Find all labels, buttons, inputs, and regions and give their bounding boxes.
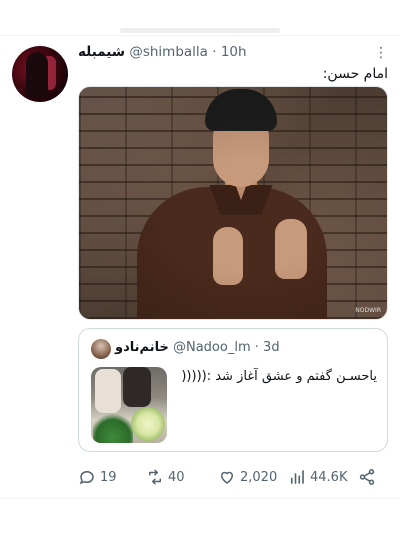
share-icon — [359, 469, 375, 485]
thumb-figure-dark — [123, 367, 151, 407]
reply-count: 19 — [100, 469, 117, 485]
quoted-avatar[interactable] — [91, 339, 111, 359]
quoted-tweet[interactable]: خانم‌نادو @Nadoo_lm · 3d یاحسـن گفتم و ع… — [78, 328, 388, 452]
like-count: 2,020 — [240, 469, 278, 485]
divider — [0, 498, 400, 499]
views-count: 44.6K — [310, 469, 348, 485]
tweet-photo[interactable]: NODWIR — [78, 86, 388, 320]
quoted-separator-dot: · — [254, 340, 259, 355]
views-button[interactable]: 44.6K — [288, 466, 347, 488]
quoted-header: خانم‌نادو @Nadoo_lm · 3d — [115, 340, 375, 355]
top-strip — [0, 0, 400, 34]
share-button[interactable] — [358, 466, 376, 488]
avatar-figure — [26, 52, 48, 98]
display-name[interactable]: شیمبله — [78, 44, 125, 60]
quoted-text: یاحسـن گفتم و عشق آغاز شد :((((( — [181, 369, 377, 384]
quoted-display-name[interactable]: خانم‌نادو — [115, 340, 169, 355]
retweet-count: 40 — [168, 469, 185, 485]
thumb-plant — [93, 413, 133, 443]
retweet-button[interactable]: 40 — [146, 466, 185, 488]
like-button[interactable]: 2,020 — [218, 466, 277, 488]
more-icon[interactable]: ⋮ — [374, 44, 388, 62]
photo-vignette — [79, 87, 387, 319]
quoted-handle[interactable]: @Nadoo_lm — [173, 340, 251, 355]
previous-tweet-edge — [120, 28, 280, 33]
quoted-thumbnail[interactable] — [91, 367, 167, 443]
thumb-figure-white — [95, 369, 121, 413]
tweet-header: شیمبله @shimballa · 10h — [78, 44, 368, 64]
avatar[interactable] — [12, 46, 68, 102]
divider — [0, 35, 400, 36]
separator-dot: · — [212, 44, 217, 60]
heart-icon — [220, 471, 234, 484]
tweet-text: امام حسن: — [322, 66, 388, 82]
retweet-icon — [149, 469, 161, 485]
quoted-timestamp[interactable]: 3d — [263, 340, 280, 355]
views-icon — [290, 470, 304, 484]
thumb-flowers — [131, 407, 165, 441]
action-bar: 19 40 2,020 44.6K — [78, 466, 388, 488]
photo-watermark: NODWIR — [355, 307, 381, 314]
timestamp[interactable]: 10h — [221, 44, 247, 60]
user-handle[interactable]: @shimballa — [129, 44, 208, 60]
reply-icon — [79, 470, 94, 485]
reply-button[interactable]: 19 — [78, 466, 117, 488]
